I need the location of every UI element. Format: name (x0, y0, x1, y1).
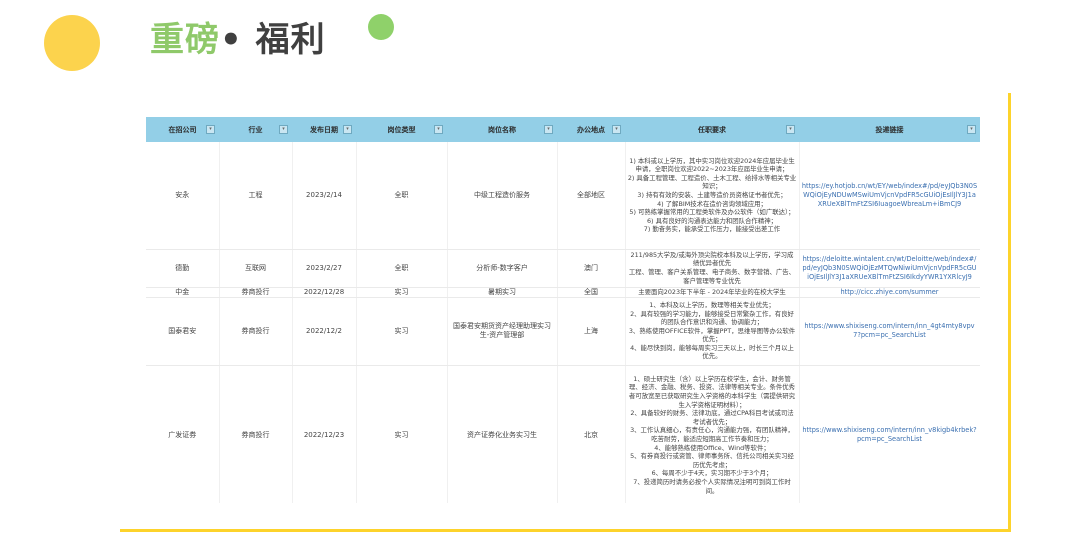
requirement-line: 1、硕士研究生（含）以上学历在校学生，会计、财务管理、经济、金融、税务、投资、法… (628, 374, 796, 409)
cell-apply-link[interactable]: https://www.shixiseng.com/intern/inn_4gt… (799, 297, 980, 366)
cell-requirements: 1、本科及以上学历，数理等相关专业优先； 2、具有较强的学习能力，能够接受日常繁杂… (625, 297, 800, 366)
table-row: 广发证券 券商投行 2022/12/23 实习 资产证券化业务实习生 北京 1、硕士研究生（… (146, 365, 980, 503)
cell-date: 2023/2/14 (292, 142, 357, 250)
cell-date: 2022/12/28 (292, 287, 357, 298)
cell-type: 全职 (356, 142, 448, 250)
cell-type: 全职 (356, 249, 448, 288)
filter-dropdown-icon[interactable]: ▾ (343, 125, 352, 134)
filter-dropdown-icon[interactable]: ▾ (967, 125, 976, 134)
filter-dropdown-icon[interactable]: ▾ (544, 125, 553, 134)
cell-type: 实习 (356, 287, 448, 298)
decorative-yellow-circle (44, 15, 100, 71)
cell-industry: 券商投行 (219, 365, 293, 503)
column-header-requirements[interactable]: 任职要求 ▾ (625, 117, 799, 142)
column-header-link[interactable]: 投递链接 ▾ (799, 117, 980, 142)
cell-requirements: 主要面向2023年下半年 - 2024年毕业的在校大学生 (625, 287, 800, 298)
requirement-line: 3、工作认真细心，有责任心，沟通能力强，有团队精神，吃苦耐劳，能适应短期高工作节… (630, 426, 794, 443)
cell-location: 澳门 (557, 249, 626, 288)
requirement-line: 7) 勤奋务实，能承受工作压力，能接受出差工作 (643, 225, 781, 234)
requirement-line: 211/985大学及/或海外顶尖院校本科及以上学历，学习成绩优异者优先 (630, 250, 794, 268)
table-row: 中金 券商投行 2022/12/28 实习 暑期实习 全国 主要面向2023年下半年 - 2… (146, 287, 980, 298)
column-header-type[interactable]: 岗位类型 ▾ (356, 117, 447, 142)
cell-date: 2022/12/2 (292, 297, 357, 366)
cell-location: 北京 (557, 365, 626, 503)
cell-apply-link[interactable]: https://www.shixiseng.com/intern/inn_v8k… (799, 365, 980, 503)
cell-position: 暑期实习 (447, 287, 558, 298)
cell-company: 广发证券 (146, 365, 220, 503)
table-row: 德勤 互联网 2023/2/27 全职 分析师-数字客户 澳门 211/985大学及/或海外… (146, 249, 980, 288)
cell-requirements: 211/985大学及/或海外顶尖院校本科及以上学历，学习成绩优异者优先 工程、管理… (625, 249, 800, 288)
cell-date: 2022/12/23 (292, 365, 357, 503)
cell-position: 资产证券化业务实习生 (447, 365, 558, 503)
requirement-line: 5、有券商投行或资管、律师事务所、信托公司相关实习经历优先考虑； (630, 452, 794, 469)
cell-position: 国泰君安期货资产经理助理实习生-资产管理部 (447, 297, 558, 366)
cell-industry: 券商投行 (219, 287, 293, 298)
filter-dropdown-icon[interactable]: ▾ (434, 125, 443, 134)
title-rest: • 福利 (220, 20, 326, 60)
requirement-line: 2、具备较好的财务、法律功底，通过CPA科目考试或司法考试者优先； (630, 409, 794, 426)
frame-bottom-border (120, 529, 1011, 532)
table-row: 国泰君安 券商投行 2022/12/2 实习 国泰君安期货资产经理助理实习生-资产管理部… (146, 297, 980, 366)
column-header-company[interactable]: 在招公司 ▾ (146, 117, 219, 142)
requirement-line: 7、投递简历时请务必按个人实际情况注明可到岗工作时间。 (633, 477, 791, 495)
requirement-line: 4、能够熟练使用Office、Wind等软件； (654, 443, 770, 452)
cell-position: 分析师-数字客户 (447, 249, 558, 288)
filter-dropdown-icon[interactable]: ▾ (279, 125, 288, 134)
requirement-line: 6、每周不少于4天，实习期不少于3个月； (651, 469, 773, 478)
column-header-location[interactable]: 办公地点 ▾ (557, 117, 625, 142)
cell-company: 安永 (146, 142, 220, 250)
cell-apply-link[interactable]: https://deloitte.wintalent.cn/wt/Deloitt… (799, 249, 980, 288)
filter-dropdown-icon[interactable]: ▾ (786, 125, 795, 134)
decorative-green-circle (368, 14, 394, 40)
cell-requirements: 1、硕士研究生（含）以上学历在校学生，会计、财务管理、经济、金融、税务、投资、法… (625, 365, 800, 503)
requirement-line: 2、具有较强的学习能力，能够接受日常繁杂工作，有良好的团队合作意识和沟通、协调能… (630, 309, 794, 327)
requirement-line: 5) 可熟练掌握常用的工程类软件及办公软件（如广联达）； (629, 208, 795, 217)
column-header-industry[interactable]: 行业 ▾ (219, 117, 292, 142)
cell-company: 德勤 (146, 249, 220, 288)
cell-type: 实习 (356, 297, 448, 366)
cell-company: 国泰君安 (146, 297, 220, 366)
cell-apply-link[interactable]: http://cicc.zhiye.com/summer (799, 287, 980, 298)
filter-dropdown-icon[interactable]: ▾ (206, 125, 215, 134)
requirement-line: 4) 了解BIM技术在造价咨询领域应用； (657, 199, 767, 208)
requirement-line: 2) 具备工程管理、工程造价、土木工程、给排水等相关专业知识； (627, 173, 797, 191)
requirement-line: 3) 持有有效的安装、土建等造价员资格证书者优先； (637, 190, 787, 199)
cell-location: 上海 (557, 297, 626, 366)
requirement-line: 1) 本科或以上学历，其中实习岗位欢迎2024年应届毕业生申请，全职岗位欢迎20… (629, 156, 795, 174)
column-header-date[interactable]: 发布日期 ▾ (292, 117, 356, 142)
cell-location: 全部地区 (557, 142, 626, 250)
cell-apply-link[interactable]: https://ey.hotjob.cn/wt/EY/web/index#/pd… (799, 142, 980, 250)
cell-company: 中金 (146, 287, 220, 298)
cell-date: 2023/2/27 (292, 249, 357, 288)
title-accent: 重磅 (150, 20, 220, 60)
cell-industry: 工程 (219, 142, 293, 250)
requirement-line: 工程、管理、客户关系管理、电子商务、数字营销、广告、客户管理等专业优先 (628, 268, 796, 285)
cell-industry: 券商投行 (219, 297, 293, 366)
table-row: 安永 工程 2023/2/14 全职 中级工程造价服务 全部地区 1) 本科或以上学历，其中… (146, 142, 980, 250)
page-title: 重磅• 福利 (150, 16, 326, 64)
requirement-line: 3、熟练使用OFFICE软件，掌握PPT，思维导图等办公软件优先； (628, 326, 796, 344)
cell-requirements: 1) 本科或以上学历，其中实习岗位欢迎2024年应届毕业生申请，全职岗位欢迎20… (625, 142, 800, 250)
filter-dropdown-icon[interactable]: ▾ (612, 125, 621, 134)
table-header-row: 在招公司 ▾ 行业 ▾ 发布日期 ▾ 岗位类型 ▾ 岗位名称 ▾ 办公地点 ▾ 任职要求 ▾ … (146, 117, 980, 142)
cell-type: 实习 (356, 365, 448, 503)
frame-right-border (1008, 93, 1011, 531)
job-listing-table: 在招公司 ▾ 行业 ▾ 发布日期 ▾ 岗位类型 ▾ 岗位名称 ▾ 办公地点 ▾ 任职要求 ▾ … (146, 117, 980, 503)
requirement-line: 4、能尽快到岗，能够每周实习三天以上，时长三个月以上优先。 (630, 343, 794, 361)
cell-location: 全国 (557, 287, 626, 298)
cell-position: 中级工程造价服务 (447, 142, 558, 250)
requirement-line: 1、本科及以上学历，数理等相关专业优先； (649, 300, 775, 309)
requirement-line: 主要面向2023年下半年 - 2024年毕业的在校大学生 (638, 287, 786, 296)
cell-industry: 互联网 (219, 249, 293, 288)
column-header-position[interactable]: 岗位名称 ▾ (447, 117, 557, 142)
